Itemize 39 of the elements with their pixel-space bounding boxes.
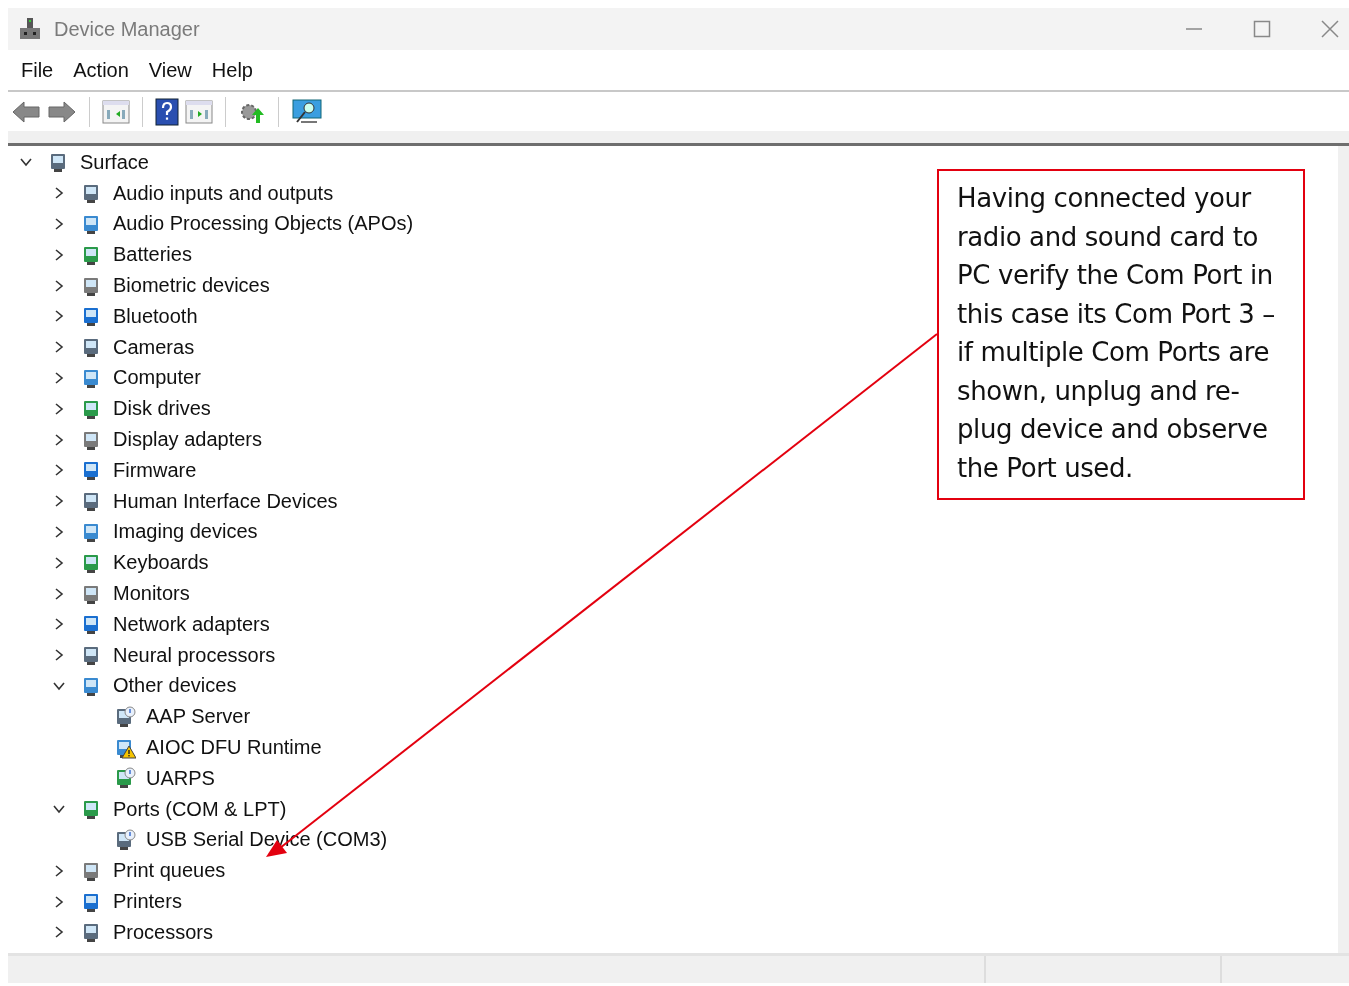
- help-icon[interactable]: [155, 97, 179, 126]
- app-icon: [18, 17, 42, 41]
- tree-item[interactable]: AIOC DFU Runtime: [146, 736, 322, 760]
- tree-item[interactable]: Neural processors: [113, 643, 276, 667]
- tree-item[interactable]: Print queues: [113, 859, 226, 883]
- tree-item[interactable]: Processors: [113, 920, 214, 944]
- tree-item[interactable]: Other devices: [113, 674, 237, 698]
- tree-item[interactable]: Human Interface Devices: [113, 489, 338, 513]
- tree-item[interactable]: Batteries: [113, 243, 192, 267]
- window-title: Device Manager: [54, 17, 200, 41]
- tree-item[interactable]: Ports (COM & LPT): [113, 797, 287, 821]
- tree-item[interactable]: Firmware: [113, 458, 197, 482]
- tree-item[interactable]: Network adapters: [113, 612, 270, 636]
- scroll-bar[interactable]: [1338, 146, 1349, 953]
- back-arrow-icon[interactable]: [11, 99, 41, 124]
- monitor-search-icon[interactable]: [291, 97, 323, 126]
- tree-item[interactable]: Cameras: [113, 335, 195, 359]
- menu-item[interactable]: Help: [202, 58, 262, 82]
- menu-item[interactable]: File: [12, 58, 63, 82]
- tree-item[interactable]: Audio inputs and outputs: [113, 181, 334, 205]
- tree-item[interactable]: Audio Processing Objects (APOs): [113, 212, 414, 236]
- tree-item[interactable]: UARPS: [146, 766, 215, 790]
- tree-item[interactable]: Computer: [113, 366, 201, 390]
- tree-item[interactable]: Display adapters: [113, 428, 262, 452]
- maximize-icon[interactable]: [1253, 20, 1271, 38]
- tree-item[interactable]: Printers: [113, 890, 182, 913]
- tree-item[interactable]: Bluetooth: [113, 304, 198, 328]
- tree-item[interactable]: Surface: [80, 150, 149, 174]
- tree-item[interactable]: Keyboards: [113, 551, 209, 575]
- menu-item[interactable]: View: [139, 58, 201, 82]
- tree-item[interactable]: Disk drives: [113, 397, 211, 421]
- tree-item[interactable]: Biometric devices: [113, 274, 270, 298]
- tree-item[interactable]: Imaging devices: [113, 520, 258, 544]
- tree-item[interactable]: AAP Server: [146, 705, 251, 729]
- close-icon[interactable]: [1321, 20, 1339, 38]
- menu-item[interactable]: Action: [64, 58, 138, 82]
- forward-arrow-icon[interactable]: [47, 99, 77, 124]
- tree-item[interactable]: Monitors: [113, 582, 190, 606]
- callout-text: Having connected your radio and sound card to PC verify the Com Port in this case its Com Port 3 – if multiple Com Ports are shown, unplug and re-plug device and observe the Port used.: [957, 182, 1276, 485]
